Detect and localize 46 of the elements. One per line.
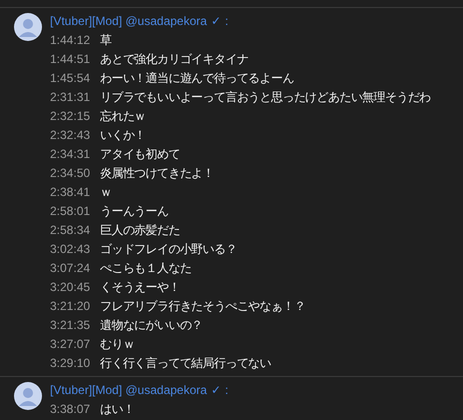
timestamp: 1:44:12 [50, 32, 92, 49]
message-text: 炎属性つけてきたよ！ [100, 165, 214, 182]
message-text: むりｗ [100, 336, 134, 353]
verified-icon: ✓ [210, 12, 221, 31]
message-text: 遺物なにがいいの？ [100, 317, 203, 334]
verified-icon: ✓ [210, 381, 221, 400]
message-text: 行く行く言ってて結局行ってない [100, 355, 272, 372]
timestamp: 2:31:31 [50, 89, 92, 106]
message-text: 忘れたｗ [100, 108, 146, 125]
message-text: あとで強化カリゴイキタイナ [100, 51, 248, 68]
message-text: 草 [100, 32, 112, 49]
timestamp: 3:27:07 [50, 336, 92, 353]
message-text: リブラでもいいよーって言おうと思ったけどあたい無理そうだわ [100, 89, 431, 106]
timestamp: 3:29:10 [50, 355, 92, 372]
timestamp: 3:02:43 [50, 241, 92, 258]
timestamp: 3:21:20 [50, 298, 92, 315]
message-text: ぺこらも１人なた [100, 260, 192, 277]
timestamp: 1:45:54 [50, 70, 92, 87]
timestamp: 3:20:45 [50, 279, 92, 296]
timestamp: 2:58:34 [50, 222, 92, 239]
message-text: ゴッドフレイの小野いる？ [100, 241, 237, 258]
timestamp: 3:38:07 [50, 401, 92, 418]
author-name[interactable]: [Vtuber][Mod] @usadapekora [50, 381, 207, 400]
timestamp: 2:34:50 [50, 165, 92, 182]
message-text: フレアリブラ行きたそうぺこやなぁ！？ [100, 298, 306, 315]
timestamp: 2:34:31 [50, 146, 92, 163]
message-text: いくか！ [100, 127, 146, 144]
message-text: くそうえーや！ [100, 279, 180, 296]
message-text: アタイも初めて [100, 146, 180, 163]
timestamp: 2:58:01 [50, 203, 92, 220]
timestamp: 2:38:41 [50, 184, 92, 201]
message-text: はい！ [100, 401, 134, 418]
timestamp: 3:21:35 [50, 317, 92, 334]
message-text: うーんうーん [100, 203, 168, 220]
timestamp: 2:32:43 [50, 127, 92, 144]
message-text: わーい！適当に遊んで待ってるよーん [100, 70, 294, 87]
author-name[interactable]: [Vtuber][Mod] @usadapekora [50, 12, 207, 31]
avatar-icon [14, 13, 42, 41]
message-text: 巨人の赤髪だた [100, 222, 180, 239]
message-text: ｗ [100, 184, 112, 201]
separator: : [225, 382, 228, 399]
avatar-icon [14, 382, 42, 410]
separator: : [225, 13, 228, 30]
timestamp: 1:44:51 [50, 51, 92, 68]
timestamp: 2:32:15 [50, 108, 92, 125]
timestamp: 3:07:24 [50, 260, 92, 277]
